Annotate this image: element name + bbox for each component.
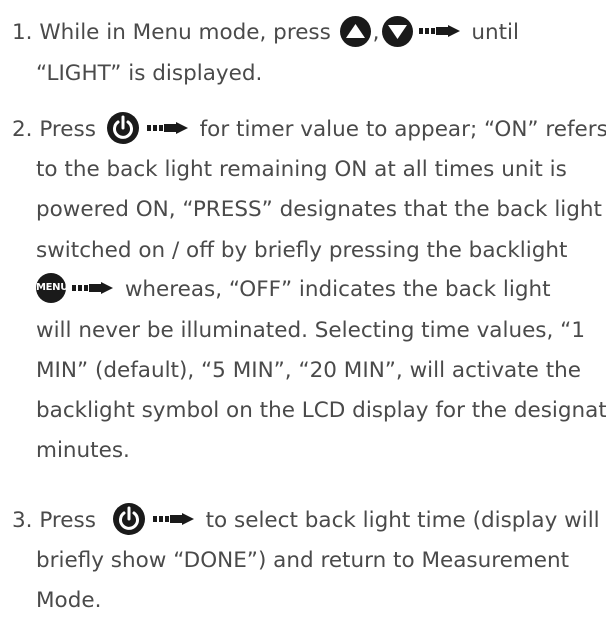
menu-button-icon: MENU [36,273,68,303]
step1-line2: “LIGHT” is displayed. [36,61,263,86]
step2-line8: backlight symbol on the LCD display for … [36,398,606,423]
arrow-right-icon [151,513,195,525]
step2-text-end: for timer value to appear; “ON” refers [192,117,606,142]
step2-line2: to the back light remaining ON at all ti… [36,157,567,182]
step2-line6: will never be illuminated. Selecting tim… [36,318,585,343]
step3-text-end: to select back light time (display will [198,508,600,533]
up-button-icon [339,15,371,47]
step2-line9: minutes. [36,438,130,463]
arrow-right-icon [417,25,461,37]
step3-line3: Mode. [36,588,102,613]
step2-text-start: 2. Press [12,117,103,142]
step2-line5: MENU whereas, “OFF” indicates the back l… [36,272,551,308]
power-button-icon [112,503,145,535]
step1-comma: , [372,20,380,45]
step1-line1: 1. While in Menu mode, press , until [12,15,519,51]
step3-line1: 3. Press to select back light time (disp… [12,503,600,539]
step2-line3: powered ON, “PRESS” designates that the … [36,197,606,222]
step2-line4: switched on / off by briefly pressing th… [36,238,568,263]
step1-text-end: until [464,20,519,45]
step2-line1: 2. Press for timer value to appear; “ON”… [12,112,606,148]
step2-line5-text: whereas, “OFF” indicates the back light [118,277,551,302]
down-button-icon [381,15,413,47]
arrow-right-icon [145,122,189,134]
step3-line2: briefly show “DONE”) and return to Measu… [36,548,570,573]
step1-text-start: 1. While in Menu mode, press [12,20,338,45]
power-button-icon [106,112,139,144]
step3-text-start: 3. Press [12,508,103,533]
arrow-right-icon [70,282,114,294]
step2-line7: MIN” (default), “5 MIN”, “20 MIN”, will … [36,358,581,383]
